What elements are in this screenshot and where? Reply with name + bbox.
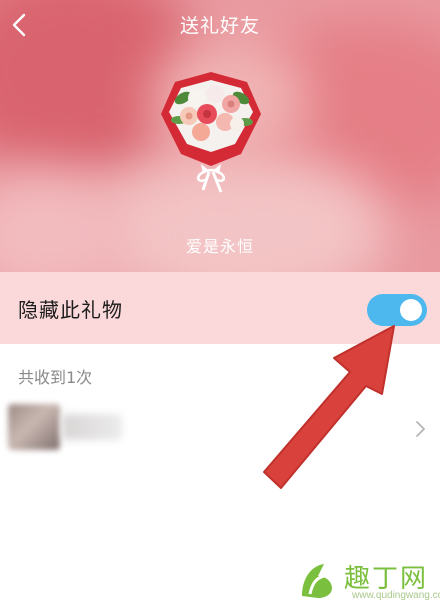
watermark-logo-icon	[302, 564, 332, 598]
bouquet-gift-image	[161, 72, 261, 193]
watermark-url: www.qudingwang.com	[352, 590, 440, 601]
gift-name: 爱是永恒	[185, 237, 254, 256]
page-title: 送礼好友	[179, 15, 260, 37]
hide-gift-label: 隐藏此礼物	[18, 298, 123, 322]
hide-gift-toggle[interactable]	[367, 294, 427, 326]
sender-row[interactable]	[0, 398, 440, 460]
toggle-knob	[400, 299, 422, 321]
chevron-right-icon	[416, 421, 425, 437]
received-count-label: 共收到1次	[18, 368, 93, 387]
sender-name-blurred	[62, 414, 122, 440]
watermark: 趣丁网 www.qudingwang.com	[296, 558, 440, 604]
avatar	[8, 404, 60, 450]
